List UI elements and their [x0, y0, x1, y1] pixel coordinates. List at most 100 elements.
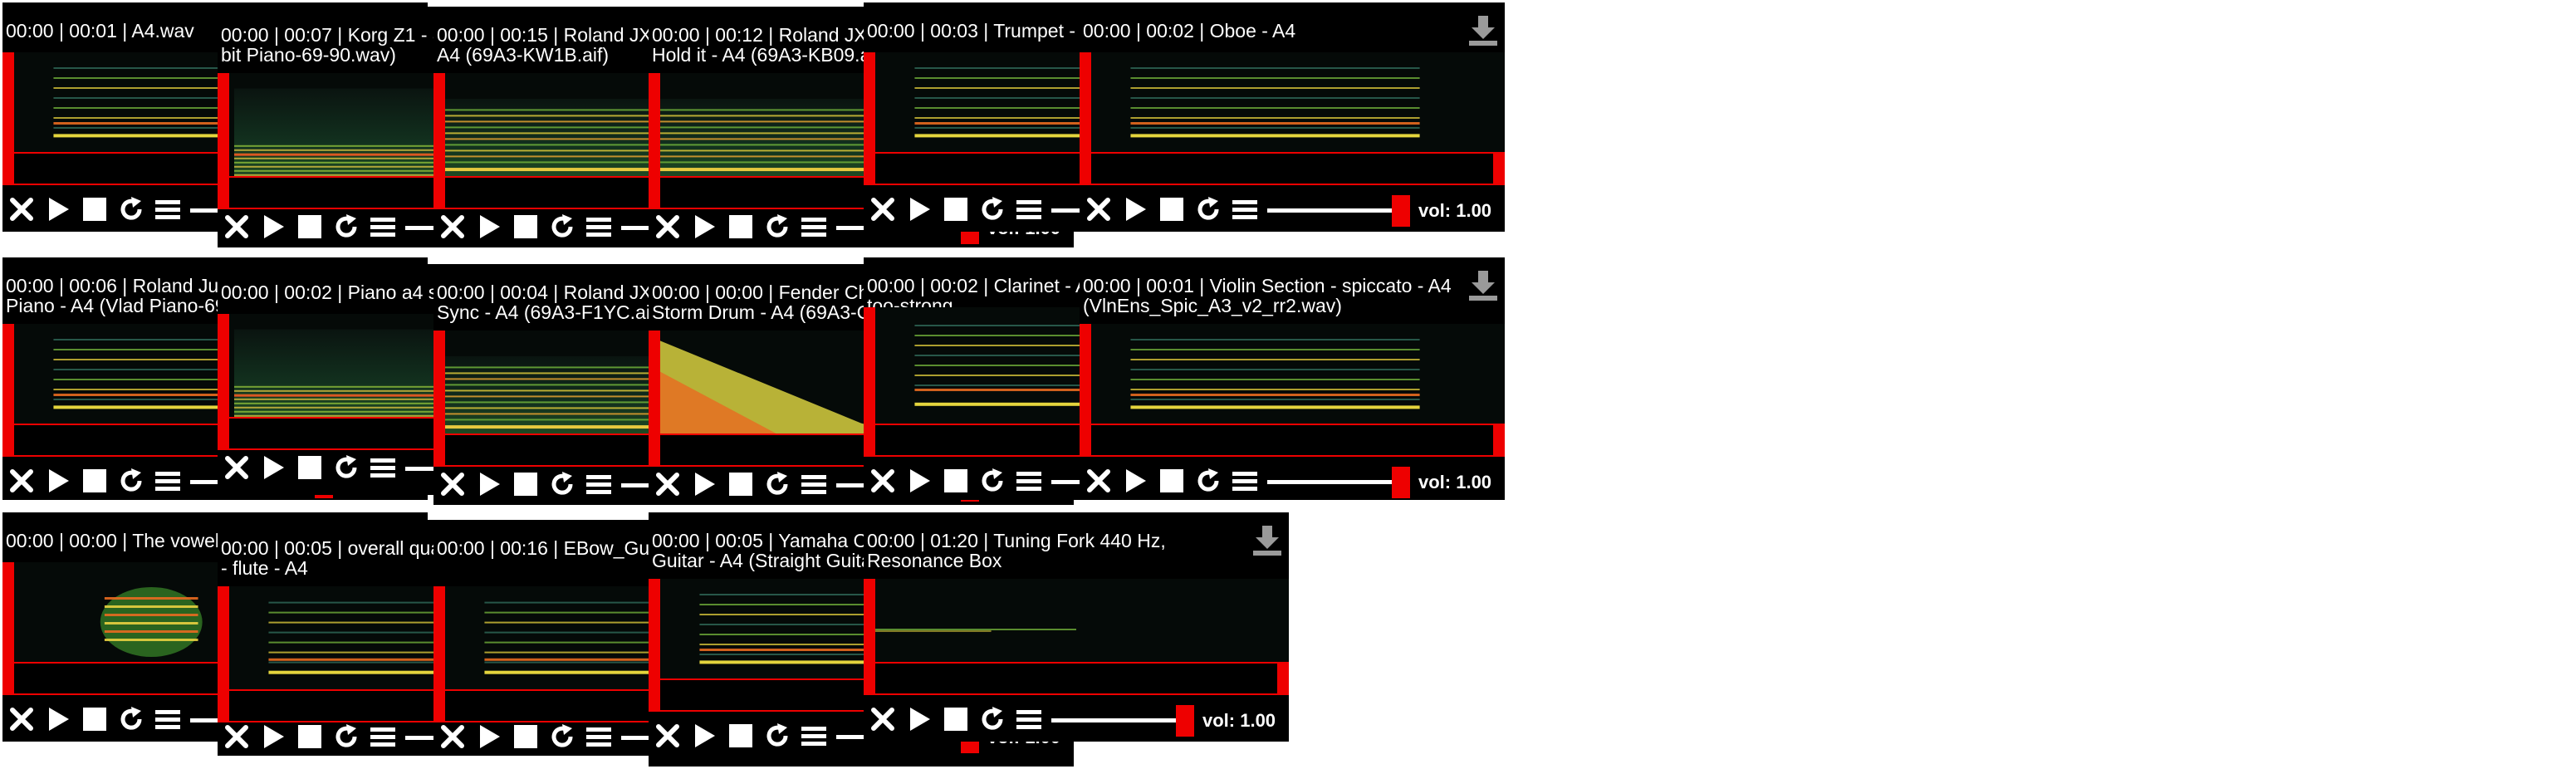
close-icon[interactable] [869, 705, 897, 733]
play-icon[interactable] [690, 722, 718, 750]
play-icon[interactable] [1121, 195, 1149, 223]
stop-icon[interactable] [296, 453, 324, 482]
selection-end-handle[interactable] [1493, 152, 1505, 185]
close-icon[interactable] [438, 722, 467, 751]
play-icon[interactable] [905, 195, 933, 223]
loop-icon[interactable] [548, 213, 576, 241]
loop-icon[interactable] [548, 470, 576, 498]
menu-icon[interactable] [1231, 467, 1259, 495]
menu-icon[interactable] [369, 453, 397, 482]
close-icon[interactable] [438, 470, 467, 498]
play-icon[interactable] [905, 467, 933, 495]
play-icon[interactable] [259, 453, 287, 482]
volume-slider[interactable] [1267, 480, 1400, 484]
loop-icon[interactable] [332, 453, 360, 482]
stop-icon[interactable] [942, 195, 970, 223]
stop-icon[interactable] [296, 722, 324, 751]
menu-icon[interactable] [1231, 195, 1259, 223]
spectrogram[interactable] [1080, 324, 1505, 424]
close-icon[interactable] [654, 213, 682, 241]
loop-icon[interactable] [763, 213, 791, 241]
close-icon[interactable] [7, 195, 36, 223]
menu-icon[interactable] [800, 470, 828, 498]
stop-icon[interactable] [512, 470, 540, 498]
play-icon[interactable] [44, 195, 72, 223]
close-icon[interactable] [7, 705, 36, 733]
selection-end-handle[interactable] [1493, 424, 1505, 457]
stop-icon[interactable] [296, 213, 324, 241]
loop-icon[interactable] [117, 705, 145, 733]
close-icon[interactable] [869, 467, 897, 495]
play-icon[interactable] [259, 722, 287, 751]
menu-icon[interactable] [154, 705, 182, 733]
play-icon[interactable] [690, 213, 718, 241]
loop-icon[interactable] [978, 467, 1006, 495]
selection-range[interactable] [1080, 424, 1505, 457]
loop-icon[interactable] [1194, 467, 1222, 495]
menu-icon[interactable] [369, 722, 397, 751]
play-icon[interactable] [1121, 467, 1149, 495]
volume-slider-handle[interactable] [1176, 705, 1194, 737]
play-icon[interactable] [905, 705, 933, 733]
play-icon[interactable] [475, 213, 503, 241]
stop-icon[interactable] [512, 722, 540, 751]
loop-icon[interactable] [332, 213, 360, 241]
stop-icon[interactable] [942, 705, 970, 733]
menu-icon[interactable] [800, 722, 828, 750]
menu-icon[interactable] [1015, 195, 1043, 223]
stop-icon[interactable] [81, 195, 109, 223]
close-icon[interactable] [1085, 467, 1113, 495]
stop-icon[interactable] [727, 470, 755, 498]
selection-range[interactable] [864, 662, 1289, 695]
loop-icon[interactable] [978, 195, 1006, 223]
close-icon[interactable] [869, 195, 897, 223]
stop-icon[interactable] [727, 213, 755, 241]
menu-icon[interactable] [154, 195, 182, 223]
menu-icon[interactable] [585, 722, 613, 751]
selection-range[interactable] [1080, 152, 1505, 185]
close-icon[interactable] [654, 470, 682, 498]
menu-icon[interactable] [1015, 467, 1043, 495]
play-icon[interactable] [44, 705, 72, 733]
volume-slider-handle[interactable] [1392, 195, 1410, 227]
stop-icon[interactable] [727, 722, 755, 750]
loop-icon[interactable] [117, 195, 145, 223]
volume-slider-handle[interactable] [1392, 467, 1410, 498]
menu-icon[interactable] [154, 467, 182, 495]
selection-end-handle[interactable] [1277, 662, 1289, 695]
close-icon[interactable] [438, 213, 467, 241]
menu-icon[interactable] [800, 213, 828, 241]
loop-icon[interactable] [1194, 195, 1222, 223]
close-icon[interactable] [223, 213, 251, 241]
menu-icon[interactable] [585, 213, 613, 241]
close-icon[interactable] [223, 722, 251, 751]
close-icon[interactable] [654, 722, 682, 750]
stop-icon[interactable] [81, 467, 109, 495]
play-icon[interactable] [690, 470, 718, 498]
spectrogram[interactable] [864, 579, 1289, 662]
stop-icon[interactable] [81, 705, 109, 733]
spectrogram[interactable] [1080, 52, 1505, 152]
menu-icon[interactable] [585, 470, 613, 498]
download-icon[interactable] [1467, 14, 1500, 47]
stop-icon[interactable] [1158, 195, 1186, 223]
loop-icon[interactable] [763, 470, 791, 498]
play-icon[interactable] [259, 213, 287, 241]
menu-icon[interactable] [369, 213, 397, 241]
play-icon[interactable] [475, 470, 503, 498]
stop-icon[interactable] [942, 467, 970, 495]
close-icon[interactable] [1085, 195, 1113, 223]
menu-icon[interactable] [1015, 705, 1043, 733]
play-icon[interactable] [475, 722, 503, 751]
stop-icon[interactable] [1158, 467, 1186, 495]
loop-icon[interactable] [763, 722, 791, 750]
loop-icon[interactable] [332, 722, 360, 751]
loop-icon[interactable] [548, 722, 576, 751]
volume-slider[interactable] [1267, 208, 1400, 213]
download-icon[interactable] [1251, 524, 1284, 557]
play-icon[interactable] [44, 467, 72, 495]
close-icon[interactable] [223, 453, 251, 482]
stop-icon[interactable] [512, 213, 540, 241]
download-icon[interactable] [1467, 269, 1500, 302]
close-icon[interactable] [7, 467, 36, 495]
